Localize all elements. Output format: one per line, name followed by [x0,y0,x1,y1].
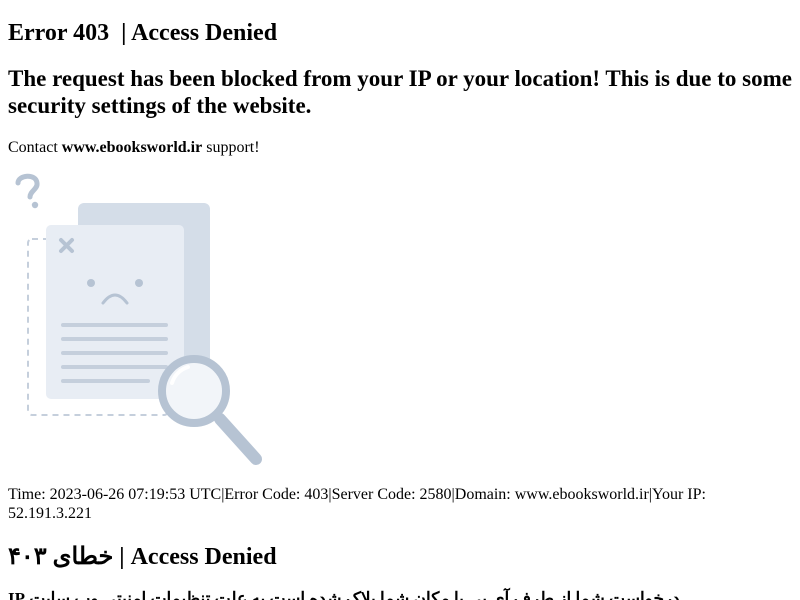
contact-line: Contact www.ebooksworld.ir support! [8,139,792,157]
access-denied-title-fa: | Access Denied [119,544,277,570]
page-title-fa: خطای ۴۰۳ | Access Denied [8,543,792,571]
error-code-title-fa: خطای ۴۰۳ [8,544,114,570]
contact-prefix: Contact [8,139,62,156]
error-page: Error 403 | Access Denied The request ha… [0,0,800,600]
question-mark-icon [15,173,40,209]
page-title: Error 403 | Access Denied [8,19,792,47]
request-info: Time: 2023-06-26 07:19:53 UTC|Error Code… [8,486,706,522]
magnifier-icon [158,355,262,465]
contact-suffix: support! [202,139,260,156]
access-denied-title: | Access Denied [121,20,278,46]
error-code-title: Error 403 [8,20,110,46]
document-error-magnifier-illustration [15,173,262,465]
block-message-fa: درخواست شما از طرف آی پی یا مکان شما بلا… [8,589,680,600]
contact-domain: www.ebooksworld.ir [61,139,203,156]
block-message: The request has been blocked from your I… [8,66,792,118]
